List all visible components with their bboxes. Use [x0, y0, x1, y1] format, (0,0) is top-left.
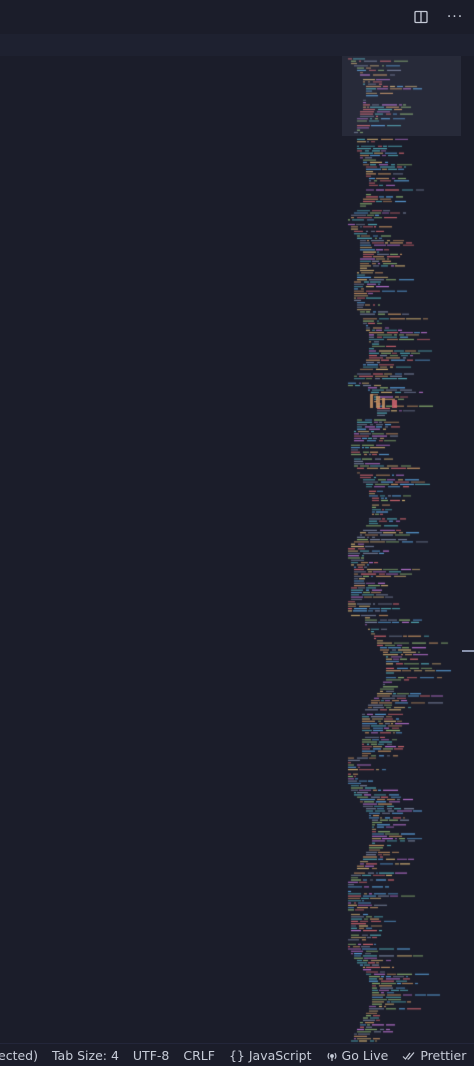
split-editor-icon[interactable] [412, 8, 430, 26]
more-actions-glyph: ··· [446, 9, 464, 25]
eol-label: CRLF [183, 1048, 215, 1063]
status-selection[interactable]: ected) [0, 1048, 45, 1063]
status-go-live[interactable]: Go Live [319, 1048, 396, 1063]
code-editor-window: ··· ected) Tab Size: 4 UTF-8 CRLF {} Jav… [0, 0, 474, 1066]
minimap[interactable] [342, 56, 461, 1043]
language-label: JavaScript [248, 1048, 312, 1063]
selection-label: ected) [0, 1048, 38, 1063]
status-encoding[interactable]: UTF-8 [126, 1048, 176, 1063]
status-tab-size[interactable]: Tab Size: 4 [45, 1048, 126, 1063]
double-check-icon [402, 1051, 415, 1060]
prettier-label: Prettier [420, 1048, 467, 1063]
encoding-label: UTF-8 [132, 1048, 170, 1063]
breadcrumb-bar [0, 34, 474, 57]
scrollbar-position-marker[interactable] [462, 650, 474, 652]
editor-actions: ··· [412, 8, 464, 26]
status-language[interactable]: {} JavaScript [222, 1048, 319, 1063]
status-eol[interactable]: CRLF [176, 1048, 222, 1063]
editor-title-bar: ··· [0, 0, 474, 34]
go-live-label: Go Live [341, 1048, 389, 1063]
braces-icon: {} [228, 1048, 245, 1063]
vertical-scrollbar[interactable] [461, 56, 474, 1043]
status-bar: ected) Tab Size: 4 UTF-8 CRLF {} JavaScr… [0, 1043, 474, 1066]
minimap-code-preview [342, 56, 461, 1043]
broadcast-icon [326, 1052, 337, 1061]
tab-size-label: Tab Size: 4 [51, 1048, 119, 1063]
status-prettier[interactable]: Prettier [395, 1048, 473, 1063]
minimap-viewport-slider[interactable] [342, 56, 461, 136]
editor-area[interactable] [0, 56, 474, 1043]
more-actions-icon[interactable]: ··· [446, 8, 464, 26]
